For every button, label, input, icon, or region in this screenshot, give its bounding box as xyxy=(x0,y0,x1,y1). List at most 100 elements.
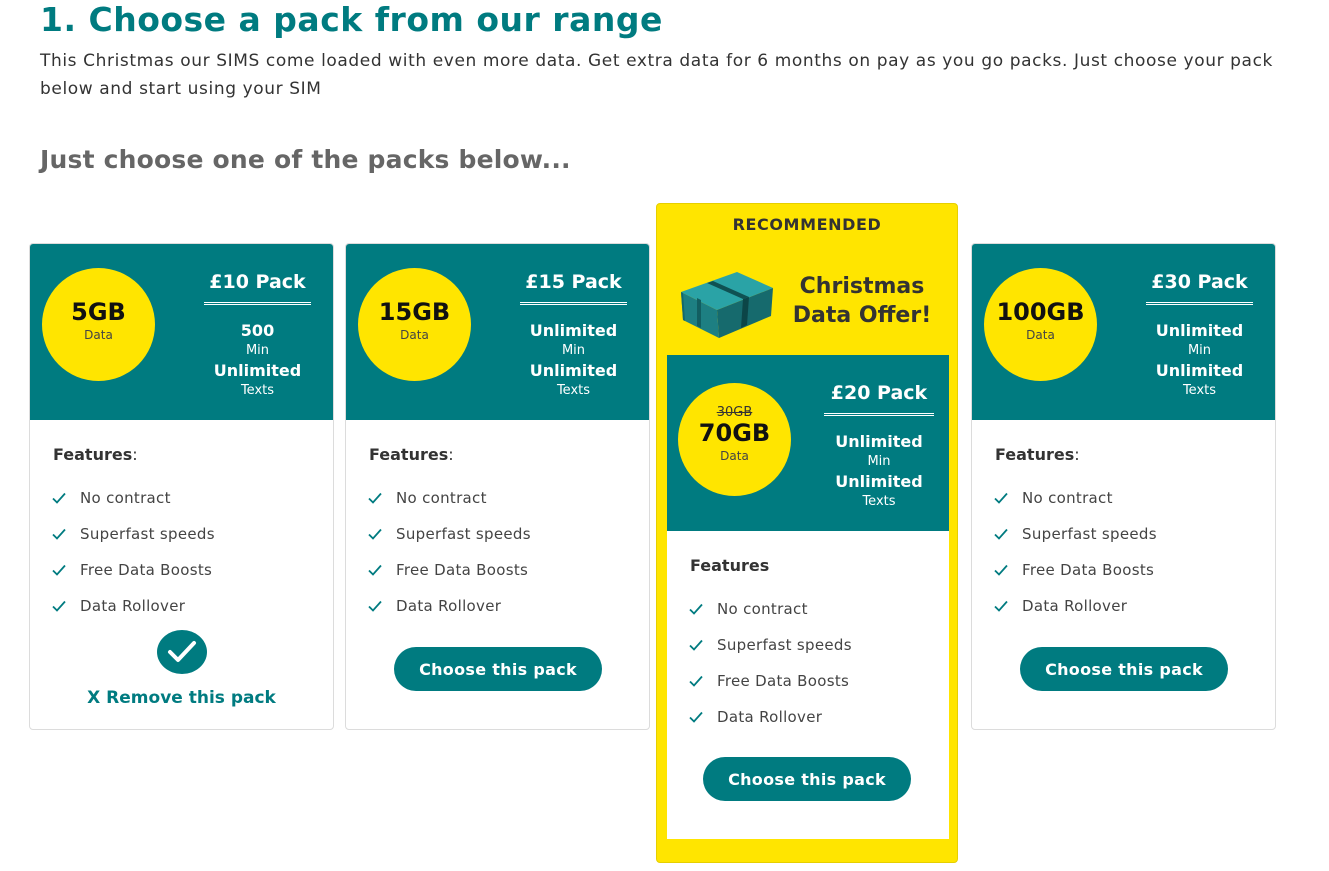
check-icon xyxy=(689,711,703,723)
feature-label: Data Rollover xyxy=(1022,597,1128,615)
check-icon xyxy=(368,600,382,612)
data-allowance-badge: 100GB Data xyxy=(984,268,1097,381)
feature-label: Superfast speeds xyxy=(717,636,852,654)
texts-label: Texts xyxy=(1182,383,1217,398)
feature-label: Data Rollover xyxy=(80,597,186,615)
texts-label: Texts xyxy=(556,383,591,398)
choose-pack-button[interactable]: Choose this pack xyxy=(1020,647,1228,691)
pack-info: £20 Pack Unlimited Min Unlimited Texts xyxy=(824,379,934,512)
pack-card-15: 15GB Data £15 Pack Unlimited Min Unlimit… xyxy=(345,243,650,730)
check-circle-icon xyxy=(168,641,196,662)
list-item: No contract xyxy=(52,489,215,525)
list-item: Superfast speeds xyxy=(689,636,852,672)
features-title-colon: : xyxy=(448,445,454,464)
data-label: Data xyxy=(720,449,749,463)
offer-title: Christmas Data Offer! xyxy=(787,272,937,330)
features-title: Features: xyxy=(53,445,138,464)
feature-label: Data Rollover xyxy=(396,597,502,615)
choose-pack-button[interactable]: Choose this pack xyxy=(394,647,602,691)
pack-name: £15 Pack xyxy=(525,271,622,293)
pack-info: £10 Pack 500 Min Unlimited Texts xyxy=(204,268,311,401)
packs-subheading: Just choose one of the packs below... xyxy=(40,145,571,174)
minutes-value: Unlimited xyxy=(1155,321,1244,340)
data-amount: 100GB xyxy=(996,298,1085,326)
feature-label: No contract xyxy=(1022,489,1113,507)
list-item: Data Rollover xyxy=(52,597,215,633)
offer-title-line2: Data Offer! xyxy=(792,303,932,328)
list-item: Data Rollover xyxy=(994,597,1157,633)
features-title-text: Features xyxy=(995,445,1075,464)
check-icon xyxy=(994,564,1008,576)
check-icon xyxy=(52,600,66,612)
offer-title-line1: Christmas xyxy=(799,274,925,299)
check-icon xyxy=(689,639,703,651)
feature-label: No contract xyxy=(717,600,808,618)
pack-card-20-recommended: RECOMMENDED Christmas Data Offer! 30GB 7… xyxy=(656,203,958,863)
list-item: Free Data Boosts xyxy=(689,672,852,708)
feature-label: Superfast speeds xyxy=(1022,525,1157,543)
list-item: Superfast speeds xyxy=(994,525,1157,561)
feature-label: Free Data Boosts xyxy=(1022,561,1155,579)
features-title: Features xyxy=(690,556,770,575)
check-icon xyxy=(994,600,1008,612)
pack-name: £10 Pack xyxy=(209,271,306,293)
list-item: Free Data Boosts xyxy=(994,561,1157,597)
gift-icon xyxy=(681,272,773,338)
data-amount: 15GB xyxy=(378,298,451,326)
check-icon xyxy=(52,564,66,576)
feature-label: Free Data Boosts xyxy=(80,561,213,579)
features-title-text: Features xyxy=(369,445,449,464)
list-item: Superfast speeds xyxy=(52,525,215,561)
features-list: No contract Superfast speeds Free Data B… xyxy=(368,489,531,633)
minutes-value: Unlimited xyxy=(529,321,618,340)
check-icon xyxy=(368,492,382,504)
features-title: Features: xyxy=(995,445,1080,464)
feature-label: Superfast speeds xyxy=(80,525,215,543)
data-allowance-badge: 30GB 70GB Data xyxy=(678,383,791,496)
feature-label: Free Data Boosts xyxy=(717,672,850,690)
data-allowance-badge: 15GB Data xyxy=(358,268,471,381)
pack-info: £15 Pack Unlimited Min Unlimited Texts xyxy=(520,268,627,401)
pack-header: 30GB 70GB Data £20 Pack Unlimited Min Un… xyxy=(667,355,949,531)
choose-pack-button[interactable]: Choose this pack xyxy=(703,757,911,801)
minutes-label: Min xyxy=(245,343,270,358)
minutes-label: Min xyxy=(1187,343,1212,358)
texts-value: Unlimited xyxy=(1155,361,1244,380)
features-title-text: Features xyxy=(53,445,133,464)
pack-header: 100GB Data £30 Pack Unlimited Min Unlimi… xyxy=(972,244,1275,420)
divider xyxy=(824,413,934,416)
texts-value: Unlimited xyxy=(529,361,618,380)
pack-header: 15GB Data £15 Pack Unlimited Min Unlimit… xyxy=(346,244,649,420)
divider xyxy=(204,302,311,305)
check-icon xyxy=(52,492,66,504)
data-label: Data xyxy=(84,328,113,342)
data-allowance-badge: 5GB Data xyxy=(42,268,155,381)
minutes-label: Min xyxy=(867,454,891,469)
texts-label: Texts xyxy=(240,383,275,398)
check-icon xyxy=(52,528,66,540)
pack-card-10: 5GB Data £10 Pack 500 Min Unlimited Text… xyxy=(29,243,334,730)
minutes-value: 500 xyxy=(240,321,275,340)
pack-info: £30 Pack Unlimited Min Unlimited Texts xyxy=(1146,268,1253,401)
feature-label: No contract xyxy=(80,489,171,507)
texts-value: Unlimited xyxy=(835,472,923,491)
remove-pack-link[interactable]: X Remove this pack xyxy=(30,688,333,708)
intro-text: This Christmas our SIMS come loaded with… xyxy=(40,51,1273,99)
list-item: Data Rollover xyxy=(689,708,852,744)
pack-card-inner: 30GB 70GB Data £20 Pack Unlimited Min Un… xyxy=(667,355,949,839)
check-icon xyxy=(994,528,1008,540)
check-icon xyxy=(368,528,382,540)
data-label: Data xyxy=(1026,328,1055,342)
pack-name: £20 Pack xyxy=(830,382,928,404)
divider xyxy=(520,302,627,305)
feature-label: No contract xyxy=(396,489,487,507)
features-list: No contract Superfast speeds Free Data B… xyxy=(689,600,852,744)
check-icon xyxy=(689,675,703,687)
minutes-value: Unlimited xyxy=(835,432,923,451)
check-icon xyxy=(689,603,703,615)
features-list: No contract Superfast speeds Free Data B… xyxy=(52,489,215,633)
features-title-colon: : xyxy=(1074,445,1080,464)
feature-label: Data Rollover xyxy=(717,708,823,726)
data-amount: 5GB xyxy=(71,298,126,326)
list-item: Superfast speeds xyxy=(368,525,531,561)
